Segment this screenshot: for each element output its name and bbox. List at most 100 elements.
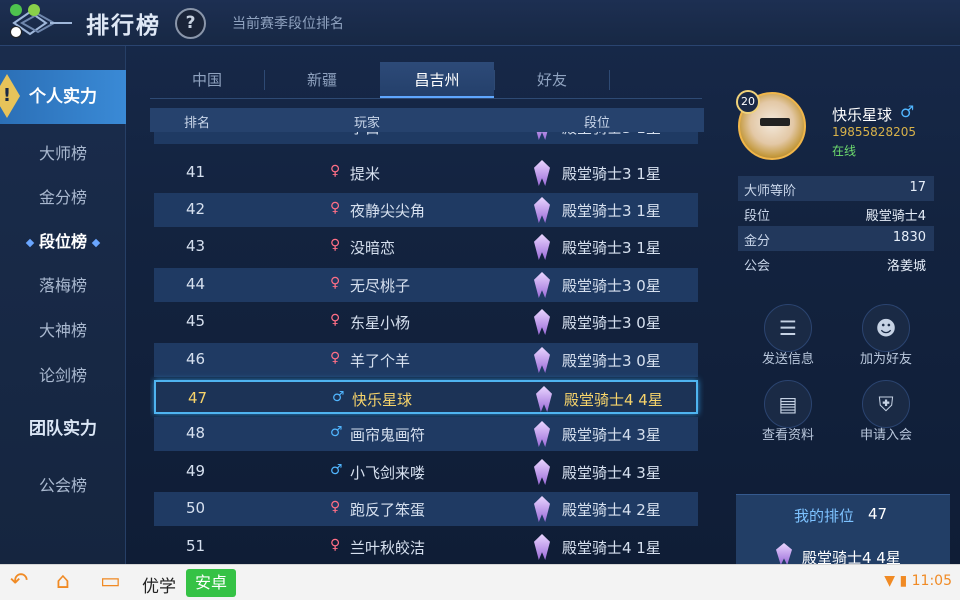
action-label: 发送信息 <box>761 352 814 367</box>
header-tier: 段位 <box>584 116 611 131</box>
tier-label: 殿堂骑士3 0星 <box>562 277 661 295</box>
female-icon: ♀ <box>330 350 341 366</box>
nav-gold-board[interactable]: 金分榜 <box>0 176 126 220</box>
nav-sword-board[interactable]: 论剑榜 <box>0 354 126 398</box>
female-icon: ♀ <box>330 537 341 553</box>
tier-icon <box>534 496 550 522</box>
table-row[interactable]: 46 ♀ 羊了个羊 殿堂骑士3 0星 <box>154 343 698 377</box>
recent-apps-icon[interactable]: ▭ <box>100 569 121 594</box>
stat-value: 洛姜城 <box>886 259 926 274</box>
table-row[interactable]: 49 ♂ 小飞剑来喽 殿堂骑士4 3星 <box>154 455 698 489</box>
nav-personal-strength[interactable]: ! 个人实力 <box>0 70 126 124</box>
table-row-self[interactable]: 47 ♂ 快乐星球 殿堂骑士4 4星 <box>154 380 698 414</box>
tier-icon <box>534 272 550 298</box>
android-badge[interactable]: 安卓 <box>186 569 236 597</box>
tier-icon <box>534 459 550 485</box>
view-profile-button[interactable]: ▤ 查看资料 <box>738 380 838 450</box>
page-title: 排行榜 <box>86 13 161 39</box>
table-row[interactable]: 45 ♀ 东星小杨 殿堂骑士3 0星 <box>154 305 698 339</box>
tab-friends[interactable]: 好友 <box>495 62 609 98</box>
table-row[interactable]: 42 ♀ 夜静尖尖角 殿堂骑士3 1星 <box>154 193 698 227</box>
join-guild-button[interactable]: ⛨ 申请入会 <box>836 380 936 450</box>
tier-icon <box>534 347 550 373</box>
rank-number: 48 <box>186 424 206 442</box>
stat-row: 金分 1830 <box>738 226 934 251</box>
send-message-button[interactable]: ☰ 发送信息 <box>738 304 838 374</box>
my-rank-panel: 我的排位 47 殿堂骑士4 4星 <box>736 494 950 564</box>
tier-icon <box>534 197 550 223</box>
table-row[interactable]: 43 ♀ 没暗恋 殿堂骑士3 1星 <box>154 230 698 264</box>
tab-xinjiang[interactable]: 新疆 <box>265 62 379 98</box>
alert-icon: ! <box>0 74 20 118</box>
nav-label: 大师榜 <box>38 144 87 163</box>
android-system-bar: ↶ ⌂ ▭ 优学 安卓 ▼ ▮ 11:05 <box>0 564 960 600</box>
tier-icon <box>534 309 550 335</box>
player-name: 无尽桃子 <box>350 277 411 295</box>
nav-guild-board[interactable]: 公会榜 <box>0 464 126 508</box>
tier-label: 殿堂骑士3 1星 <box>562 239 661 257</box>
tier-label: 殿堂骑士4 1星 <box>562 539 661 557</box>
add-friend-button[interactable]: ☻ 加为好友 <box>836 304 936 374</box>
tab-divider <box>609 70 610 90</box>
status-area: ▼ ▮ 11:05 <box>884 573 952 589</box>
nav-label: 论剑榜 <box>38 366 87 385</box>
youxue-label[interactable]: 优学 <box>142 572 176 597</box>
table-row[interactable]: 41 ♀ 提米 殿堂骑士3 1星 <box>154 156 698 190</box>
region-tabs: 中国 新疆 昌吉州 好友 <box>150 62 702 98</box>
male-icon: ♂ <box>332 389 345 405</box>
action-label: 加为好友 <box>859 352 912 367</box>
rank-number: 46 <box>186 350 206 368</box>
stat-row: 大师等阶 17 <box>738 176 934 201</box>
nav-tier-board[interactable]: 段位榜 <box>0 220 126 264</box>
nav-god-board[interactable]: 大神榜 <box>0 309 126 353</box>
table-row[interactable]: 44 ♀ 无尽桃子 殿堂骑士3 0星 <box>154 268 698 302</box>
rank-number: 51 <box>186 537 206 555</box>
player-name: 李白 <box>350 132 380 138</box>
level-badge: 20 <box>736 90 760 114</box>
diamond-icon <box>25 238 35 247</box>
tab-changji[interactable]: 昌吉州 <box>380 62 494 98</box>
stat-value: 17 <box>909 180 926 195</box>
table-row[interactable]: 48 ♂ 画帘鬼画符 殿堂骑士4 3星 <box>154 417 698 451</box>
tier-label: 殿堂骑士4 2星 <box>562 501 661 519</box>
nav-master-board[interactable]: 大师榜 <box>0 132 126 176</box>
profile-actions: ☰ 发送信息 ☻ 加为好友 ▤ 查看资料 ⛨ 申请入会 <box>738 300 950 450</box>
female-icon: ♀ <box>330 237 341 253</box>
female-icon: ♀ <box>330 163 341 179</box>
nav-team-strength[interactable]: 团队实力 <box>0 402 126 456</box>
stat-key: 金分 <box>744 234 771 249</box>
player-profile: 20 快乐星球 ♂ 19855828205 在线 <box>736 90 948 170</box>
nav-label: 个人实力 <box>29 87 97 107</box>
help-button[interactable]: ? <box>175 8 206 39</box>
nav-plum-board[interactable]: 落梅榜 <box>0 264 126 308</box>
table-row[interactable]: 40 ♀ 李白 殿堂骑士3 1星 <box>154 132 698 144</box>
tier-icon <box>534 421 550 447</box>
player-name: 没暗恋 <box>350 239 396 257</box>
female-icon: ♀ <box>330 200 341 216</box>
female-icon: ♀ <box>330 132 340 133</box>
document-icon: ▤ <box>764 380 812 428</box>
shield-icon: ⛨ <box>862 380 910 428</box>
tier-label: 殿堂骑士3 1星 <box>562 132 661 138</box>
table-row[interactable]: 51 ♀ 兰叶秋皎洁 殿堂骑士4 1星 <box>154 530 698 564</box>
back-icon[interactable]: ↶ <box>10 569 28 594</box>
female-icon: ♀ <box>330 499 341 515</box>
female-icon: ♀ <box>330 312 341 328</box>
table-row[interactable]: 50 ♀ 跑反了笨蛋 殿堂骑士4 2星 <box>154 492 698 526</box>
my-rank-value: 47 <box>868 505 888 523</box>
stat-row: 公会 洛姜城 <box>738 251 934 276</box>
tab-china[interactable]: 中国 <box>150 62 264 98</box>
rank-number: 47 <box>188 389 208 407</box>
add-friend-icon: ☻ <box>862 304 910 352</box>
player-name: 夜静尖尖角 <box>350 202 426 220</box>
stat-row: 段位 殿堂骑士4 <box>738 201 934 226</box>
nav-label: 金分榜 <box>38 188 87 207</box>
home-icon[interactable]: ⌂ <box>56 569 70 594</box>
rank-number: 49 <box>186 462 206 480</box>
nav-label: 大神榜 <box>38 321 87 340</box>
male-icon: ♂ <box>330 424 343 440</box>
leaderboard-screen: 排行榜 ? 当前赛季段位排名 ! 个人实力 大师榜 金分榜 段位榜 落梅榜 大神… <box>0 0 960 564</box>
nav-label: 团队实力 <box>29 419 97 439</box>
tier-icon <box>534 160 550 186</box>
header-player: 玩家 <box>354 116 381 131</box>
